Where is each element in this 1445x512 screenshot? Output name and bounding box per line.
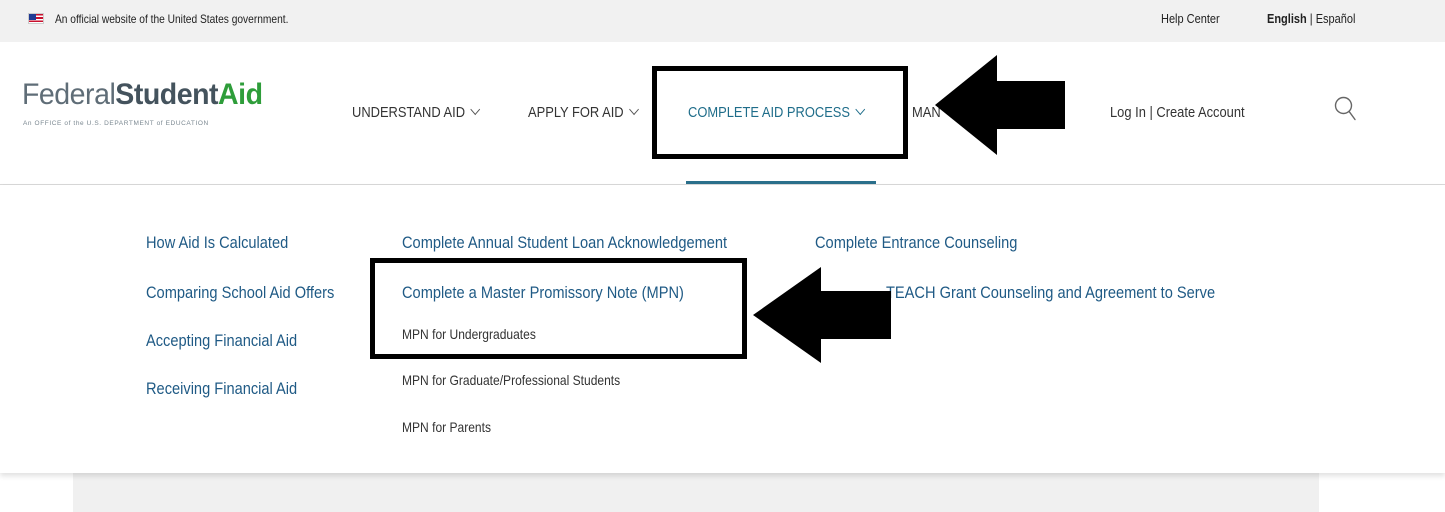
account-links: Log In | Create Account: [1110, 104, 1245, 121]
create-account-link[interactable]: Create Account: [1156, 104, 1244, 121]
lang-english-link[interactable]: English: [1267, 12, 1307, 26]
language-switcher: English | Español: [1267, 12, 1355, 26]
submenu-mpn-graduate-professional[interactable]: MPN for Graduate/Professional Students: [402, 372, 620, 388]
nav-apply-for-aid[interactable]: APPLY FOR AID: [528, 103, 640, 121]
menu-comparing-school-aid-offers[interactable]: Comparing School Aid Offers: [146, 283, 334, 303]
menu-annual-loan-acknowledgement[interactable]: Complete Annual Student Loan Acknowledge…: [402, 233, 727, 253]
help-center-link[interactable]: Help Center: [1161, 12, 1220, 26]
logo-word-federal: Federal: [22, 78, 116, 111]
chevron-down-icon: [629, 103, 640, 116]
gov-banner: An official website of the United States…: [0, 0, 1445, 42]
callout-box-nav: [652, 66, 908, 159]
logo-wordmark: FederalStudentAid: [22, 78, 263, 112]
lang-separator: |: [1306, 12, 1316, 26]
content-panel: [73, 473, 1319, 512]
nav-understand-aid-label: UNDERSTAND AID: [352, 104, 466, 121]
menu-accepting-financial-aid[interactable]: Accepting Financial Aid: [146, 331, 297, 351]
menu-teach-grant-counseling[interactable]: TEACH Grant Counseling and Agreement to …: [886, 283, 1215, 303]
logo-word-aid: Aid: [218, 78, 263, 111]
annotation-arrow-icon: [753, 267, 891, 363]
logo-word-student: Student: [115, 78, 219, 111]
menu-entrance-counseling[interactable]: Complete Entrance Counseling: [815, 233, 1017, 253]
callout-box-mpn: [370, 258, 747, 359]
account-separator: |: [1145, 104, 1157, 121]
menu-how-aid-is-calculated[interactable]: How Aid Is Calculated: [146, 233, 288, 253]
fsa-logo[interactable]: FederalStudentAid An OFFICE of the U.S. …: [22, 78, 263, 128]
us-flag-icon: [28, 13, 44, 24]
nav-understand-aid[interactable]: UNDERSTAND AID: [352, 103, 481, 121]
menu-receiving-financial-aid[interactable]: Receiving Financial Aid: [146, 379, 297, 399]
nav-apply-for-aid-label: APPLY FOR AID: [528, 104, 624, 121]
annotation-arrow-icon: [935, 55, 1065, 155]
submenu-mpn-parents[interactable]: MPN for Parents: [402, 419, 491, 435]
page: An official website of the United States…: [0, 0, 1445, 512]
logo-tagline: An OFFICE of the U.S. DEPARTMENT of EDUC…: [23, 120, 209, 127]
gov-banner-text: An official website of the United States…: [55, 12, 289, 26]
lang-espanol-link[interactable]: Español: [1316, 12, 1356, 26]
search-icon[interactable]: [1334, 96, 1356, 122]
chevron-down-icon: [470, 103, 481, 116]
login-link[interactable]: Log In: [1110, 104, 1146, 121]
